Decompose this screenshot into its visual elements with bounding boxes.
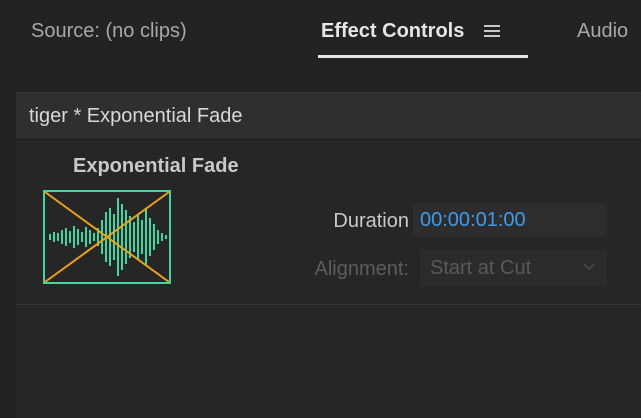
panel-tab-bar: Source: (no clips) Effect Controls Audio xyxy=(0,0,641,70)
panel-divider xyxy=(16,304,641,305)
alignment-dropdown: Start at Cut xyxy=(420,250,607,286)
alignment-label: Alignment: xyxy=(314,258,410,280)
hamburger-menu-icon[interactable] xyxy=(484,22,500,38)
panel-header: tiger * Exponential Fade xyxy=(16,93,641,140)
duration-label: Duration xyxy=(333,210,409,232)
effect-controls-panel: tiger * Exponential Fade Exponential Fad… xyxy=(16,92,641,418)
active-tab-indicator xyxy=(318,55,528,58)
tab-audio[interactable]: Audio xyxy=(577,20,628,43)
tab-source[interactable]: Source: (no clips) xyxy=(31,20,187,43)
alignment-selected-value: Start at Cut xyxy=(430,257,532,279)
app-window: Source: (no clips) Effect Controls Audio… xyxy=(0,0,641,418)
clip-effect-title: tiger * Exponential Fade xyxy=(29,105,243,127)
effect-name: Exponential Fade xyxy=(73,155,239,177)
tab-effect-controls[interactable]: Effect Controls xyxy=(321,20,464,43)
exponential-fade-waveform-icon xyxy=(43,190,171,284)
chevron-down-icon xyxy=(583,263,595,271)
duration-timecode-field[interactable]: 00:00:01:00 xyxy=(413,203,607,237)
